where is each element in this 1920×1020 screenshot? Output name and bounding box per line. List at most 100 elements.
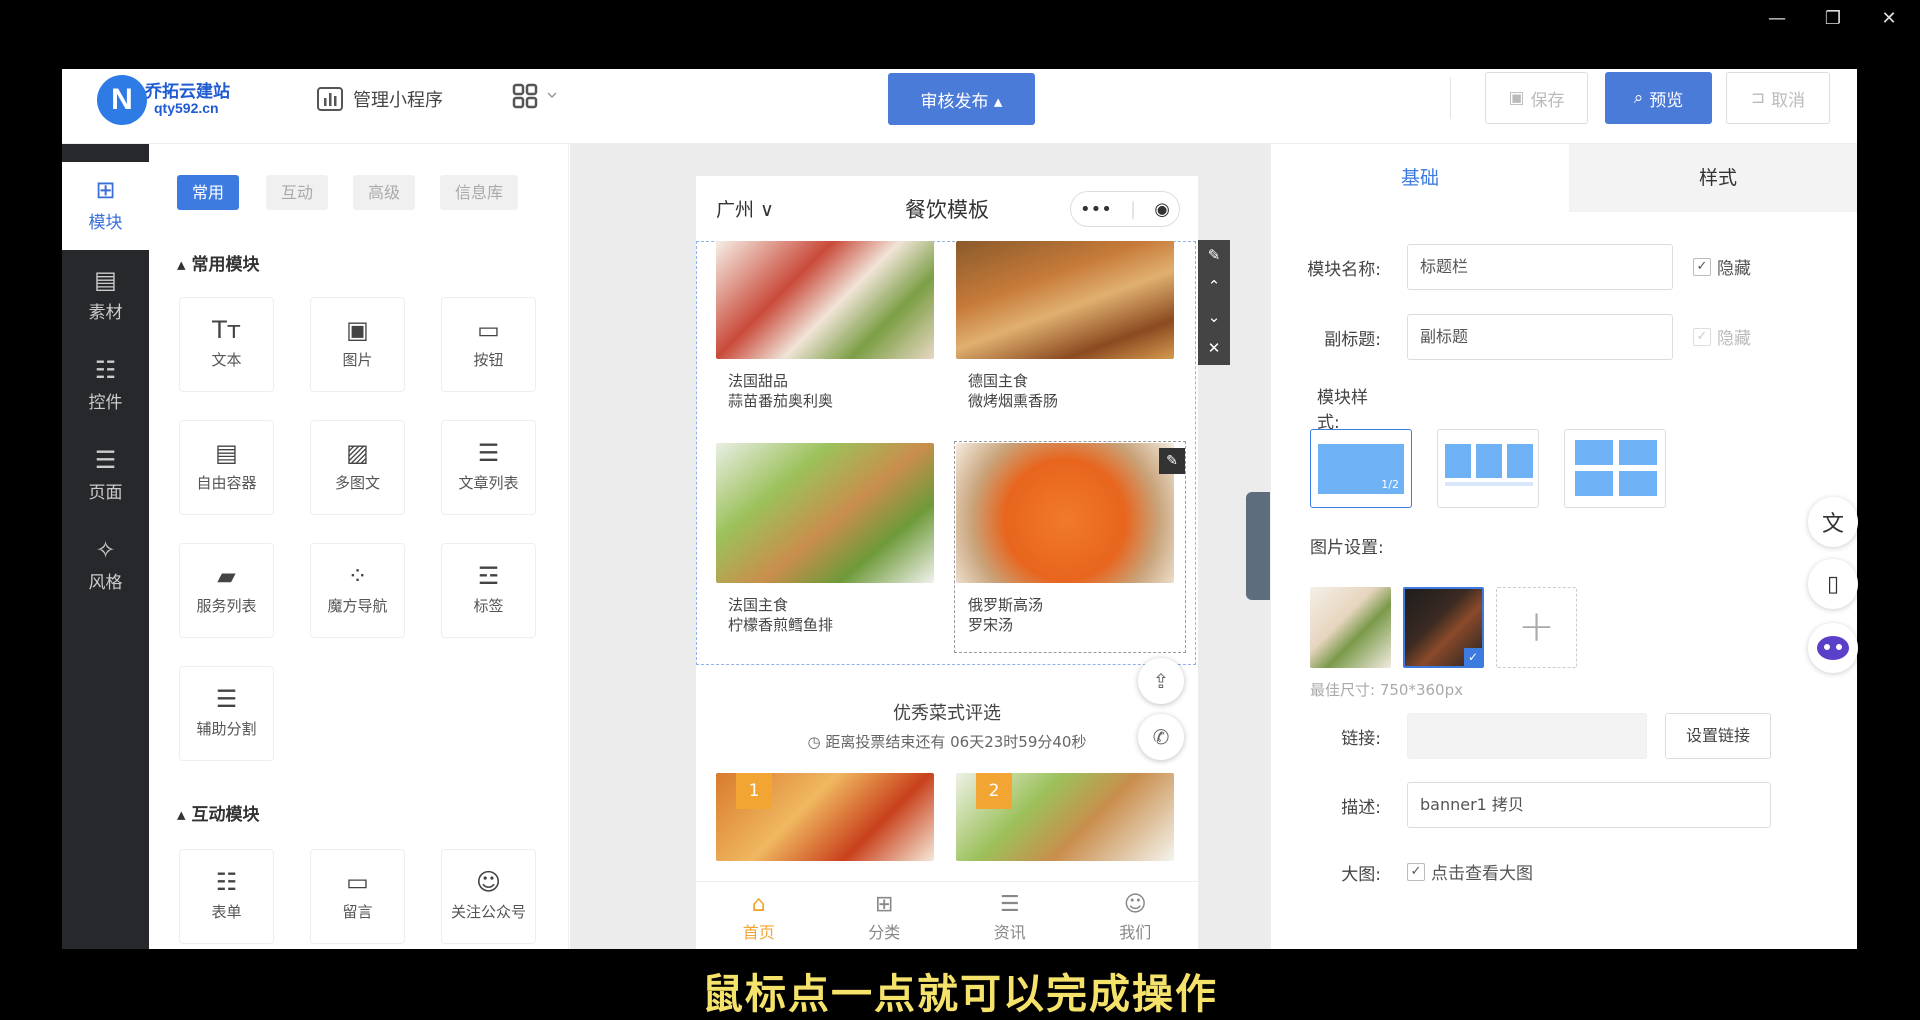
sidebar-item-materials[interactable]: ▤ 素材 [62,252,149,340]
tabbar-about[interactable]: ☺ 我们 [1073,882,1199,949]
big-image-label: 大图: [1341,865,1381,885]
card-line1: 法国主食 [728,596,789,614]
close-button[interactable]: ✕ [1874,8,1904,29]
link-input[interactable] [1407,713,1647,759]
sidebar-item-pages[interactable]: ☰ 页面 [62,432,149,520]
tab-basic[interactable]: 基础 [1271,144,1569,212]
checkbox-disabled: ✓ [1693,327,1711,346]
banner-thumb-2[interactable]: ✓ [1403,587,1484,668]
food-card[interactable]: 法国主食 柠檬香煎鳕鱼排 [716,443,934,635]
move-up-icon[interactable]: ⌃ [1198,271,1230,302]
module-form[interactable]: ☷ 表单 [179,849,274,944]
translate-icon[interactable]: 文 [1808,497,1858,547]
edit-icon[interactable]: ✎ [1198,240,1230,271]
sidebar-item-label: 控件 [88,393,123,413]
tab-advanced[interactable]: 高级 [353,175,416,210]
book-icon[interactable]: ▯ [1808,559,1858,609]
design-canvas: 广州 ∨ 餐饮模板 ••• | ◉ 法国甜品 蒜苗番茄奥利奥 德国主食 微烤烟熏… [570,144,1270,949]
sidebar-item-modules[interactable]: ⊞ 模块 [62,162,149,250]
phone-icon[interactable]: ✆ [1138,714,1184,760]
edit-pen-icon[interactable]: ✎ [1159,448,1185,474]
sliders-icon: ☷ [94,356,117,384]
logo-domain: qty592.cn [154,100,219,116]
check-icon: ✓ [1464,648,1482,666]
desc-input[interactable]: banner1 拷贝 [1407,782,1771,828]
assistant-mascot-icon[interactable] [1808,623,1858,673]
tab-interact[interactable]: 互动 [266,175,329,210]
module-image[interactable]: ▣ 图片 [310,297,405,392]
tab-style[interactable]: 样式 [1569,144,1857,212]
restore-button[interactable]: ❐ [1818,8,1848,29]
tab-infolib[interactable]: 信息库 [440,175,519,210]
module-message[interactable]: ▭ 留言 [310,849,405,944]
page-icon: ☰ [94,446,117,474]
save-button[interactable]: ▣ 保存 [1485,72,1588,124]
add-image-button[interactable]: + [1496,587,1577,668]
minimize-button[interactable]: — [1762,8,1792,29]
rank-card[interactable]: 1 [716,773,934,861]
sidebar-item-style[interactable]: ✧ 风格 [62,522,149,610]
logo-name: 乔拓云建站 [145,82,230,102]
module-multi-image-text[interactable]: ▨ 多图文 [310,420,405,515]
hide-title-checkbox[interactable]: ✓ 隐藏 [1693,254,1751,279]
vote-title: 优秀菜式评选 [893,703,1001,724]
cancel-label: 取消 [1771,90,1806,111]
module-article-list[interactable]: ☰ 文章列表 [441,420,536,515]
tabbar-home[interactable]: ⌂ 首页 [696,882,822,949]
section-common-title: ▴ 常用模块 [177,255,260,275]
food-card[interactable]: 法国甜品 蒜苗番茄奥利奥 [716,241,934,411]
module-name-input[interactable]: 标题栏 [1407,244,1673,290]
food-card[interactable]: 德国主食 微烤烟熏香肠 [956,241,1174,411]
set-link-button[interactable]: 设置链接 [1665,713,1771,759]
checkbox-checked: ✓ [1407,862,1425,881]
sidebar-item-label: 风格 [88,573,123,593]
service-icon: ▰ [217,562,236,590]
text-icon: Tт [212,316,241,344]
sidebar-item-controls[interactable]: ☷ 控件 [62,342,149,430]
card-line1: 法国甜品 [728,372,789,390]
subtitle-input[interactable]: 副标题 [1407,314,1673,360]
user-icon: ☺ [1123,892,1147,917]
cancel-button[interactable]: ⊐ 取消 [1726,72,1830,124]
phone-preview: 广州 ∨ 餐饮模板 ••• | ◉ 法国甜品 蒜苗番茄奥利奥 德国主食 微烤烟熏… [696,176,1198,949]
module-label: 表单 [211,903,242,921]
module-divider[interactable]: ☰ 辅助分割 [179,666,274,761]
move-down-icon[interactable]: ⌄ [1198,302,1230,333]
module-tag[interactable]: ☲ 标签 [441,543,536,638]
publish-button[interactable]: 审核发布 ▴ [888,73,1035,125]
video-caption: 鼠标点一点就可以完成操作 [702,970,1218,1018]
tab-common[interactable]: 常用 [177,175,240,210]
module-cube-nav[interactable]: ⁘ 魔方导航 [310,543,405,638]
style-option-three[interactable] [1437,429,1539,508]
banner-thumb-1[interactable] [1310,587,1391,668]
style-option-grid[interactable] [1564,429,1666,508]
button-icon: ▭ [477,316,500,344]
delete-icon[interactable]: ✕ [1198,333,1230,364]
module-follow-account[interactable]: ☺ 关注公众号 [441,849,536,944]
module-text[interactable]: Tт 文本 [179,297,274,392]
multi-image-icon: ▨ [346,439,369,467]
app-grid-dropdown[interactable] [512,83,558,115]
image-icon: ▣ [346,316,369,344]
module-label: 辅助分割 [196,720,257,738]
module-label: 图片 [342,351,373,369]
manage-miniprogram-link[interactable]: 管理小程序 [317,86,443,112]
tabbar-category[interactable]: ⊞ 分类 [822,882,948,949]
miniprogram-capsule[interactable]: ••• | ◉ [1070,191,1180,227]
more-icon[interactable]: ••• [1080,199,1112,220]
module-free-container[interactable]: ▤ 自由容器 [179,420,274,515]
rank-card[interactable]: 2 [956,773,1174,861]
selected-card-outline [954,441,1186,653]
share-icon[interactable]: ⇪ [1138,658,1184,704]
module-service-list[interactable]: ▰ 服务列表 [179,543,274,638]
style-option-single[interactable]: 1/2 [1310,429,1412,508]
tabbar-news[interactable]: ☰ 资讯 [947,882,1073,949]
preview-button[interactable]: ⌕ 预览 [1605,72,1712,124]
module-label: 服务列表 [196,597,257,615]
target-icon[interactable]: ◉ [1154,199,1170,220]
tag-icon: ☲ [477,562,500,590]
card-line2: 柠檬香煎鳕鱼排 [728,616,834,634]
hide-subtitle-checkbox[interactable]: ✓ 隐藏 [1693,324,1751,349]
module-button[interactable]: ▭ 按钮 [441,297,536,392]
view-big-image-checkbox[interactable]: ✓ 点击查看大图 [1407,859,1533,884]
